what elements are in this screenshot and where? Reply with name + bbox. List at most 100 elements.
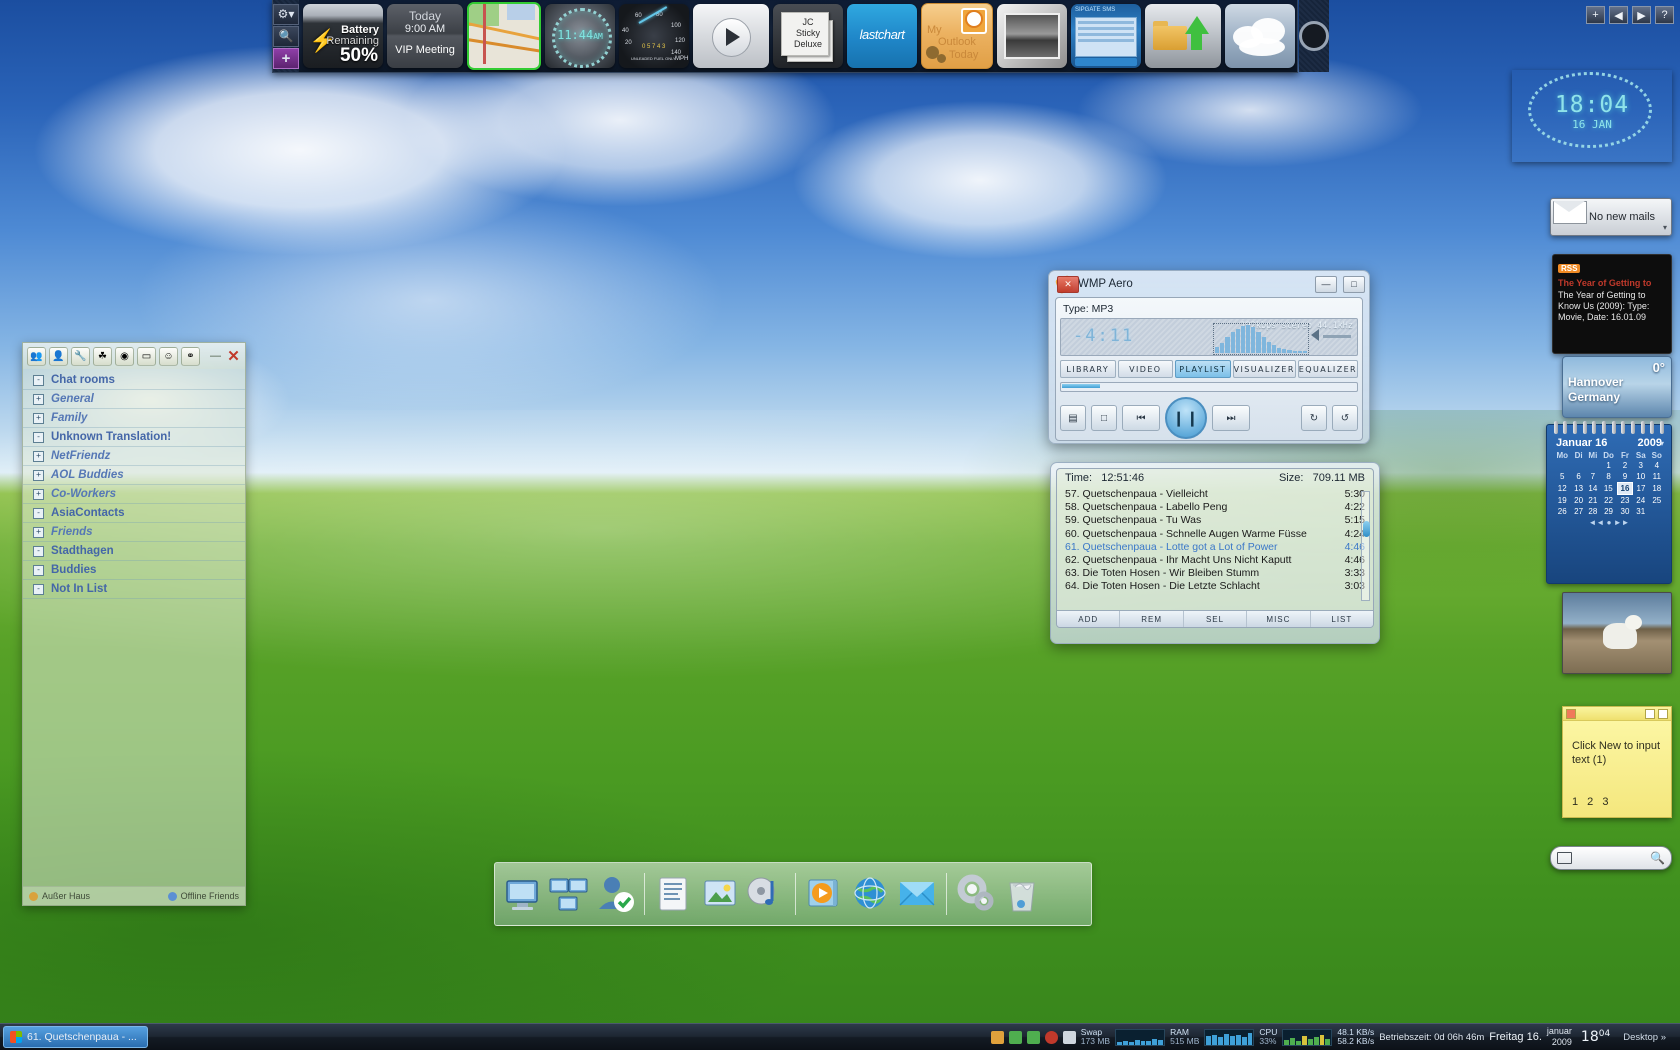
playlist-window[interactable]: Time: 12:51:46 Size: 709.11 MB 57. Quets… (1050, 462, 1380, 644)
dock-icon-user-account[interactable] (593, 871, 637, 917)
chat-toolbar[interactable]: 👥 👤 🔧 ☘ ◉ ▭ ☺ ⚭ — ✕ (23, 343, 245, 369)
dock-icon-recycle-bin[interactable] (1000, 871, 1044, 917)
plugins-icon[interactable]: ☘ (93, 346, 112, 366)
playlist-scrollbar[interactable] (1361, 491, 1370, 601)
playlist-row-current[interactable]: 61. Quetschenpaua - Lotte got a Lot of P… (1065, 541, 1365, 554)
day-cell[interactable]: 14 (1586, 483, 1600, 495)
calendar-nav[interactable]: ◄◄ ● ►► (1553, 518, 1665, 527)
help-button[interactable]: ? (1655, 6, 1674, 24)
day-cell[interactable]: 4 (1649, 460, 1665, 471)
close-button[interactable]: ✕ (1057, 275, 1079, 293)
dock-tile-lastchart[interactable]: lastchart (847, 4, 917, 68)
playlist-select-button[interactable]: SEL (1184, 611, 1248, 627)
dock-icon-my-computer[interactable] (501, 871, 545, 917)
note-page-numbers[interactable]: 1 2 3 (1572, 796, 1611, 808)
people-icon[interactable]: 👥 (27, 346, 46, 366)
expander-icon[interactable]: + (33, 450, 44, 462)
chat-group-row[interactable]: - Buddies (23, 561, 245, 580)
add-button[interactable]: + (1586, 6, 1605, 24)
playlist-tracks[interactable]: 57. Quetschenpaua - Vielleicht 5:30 58. … (1065, 488, 1365, 594)
media-player-window[interactable]: WMP Aero — □ ✕ Type: MP3 -4:11 192kbps s… (1048, 270, 1370, 444)
expander-icon[interactable]: - (33, 431, 44, 443)
day-cell[interactable]: 12 (1553, 483, 1572, 495)
transport-controls[interactable]: ▤ □ ⏮ ❙❙ ⏭ ↻ ↺ (1060, 397, 1358, 439)
previous-button[interactable]: ⏮ (1122, 405, 1160, 431)
playlist-remove-button[interactable]: REM (1120, 611, 1184, 627)
chat-group-row[interactable]: + NetFriendz (23, 447, 245, 466)
day-cell[interactable]: 18 (1649, 483, 1665, 495)
bottom-icon-dock[interactable] (494, 862, 1092, 926)
day-cell[interactable]: 8 (1600, 471, 1617, 483)
chat-group-row[interactable]: + Friends (23, 523, 245, 542)
add-contact-icon[interactable]: 👤 (49, 346, 68, 366)
day-cell[interactable]: 26 (1553, 506, 1572, 517)
note-color-icon[interactable] (1566, 708, 1576, 719)
dock-icon-documents[interactable] (652, 871, 696, 917)
gadget-picture[interactable] (1562, 592, 1672, 674)
tab-playlist[interactable]: PLAYLIST (1175, 360, 1231, 378)
prev-button[interactable]: ◀ (1609, 6, 1628, 24)
status-icon[interactable]: ☺ (159, 346, 178, 366)
dock-side-controls[interactable]: ⚙▾ 🔍 + (273, 0, 299, 72)
eraser-icon[interactable] (1062, 1030, 1076, 1044)
day-cell[interactable]: 19 (1553, 495, 1572, 507)
search-icon[interactable]: 🔍 (273, 25, 299, 47)
playlist-body[interactable]: Time: 12:51:46 Size: 709.11 MB 57. Quets… (1056, 468, 1374, 628)
day-cell[interactable]: 24 (1633, 495, 1649, 507)
expander-icon[interactable]: - (33, 564, 44, 576)
close-button[interactable]: ✕ (226, 348, 241, 365)
stop-button[interactable]: □ (1091, 405, 1117, 431)
top-object-dock[interactable]: ⚙▾ 🔍 + ⚡ Battery Remaining 50% Today 9:0… (272, 0, 1329, 73)
expander-icon[interactable]: + (33, 526, 44, 538)
dock-tile-photo-frame[interactable] (997, 4, 1067, 68)
sound-icon[interactable]: ◉ (115, 346, 134, 366)
taskbar[interactable]: 61. Quetschenpaua - ... Swap 173 MB RAM … (0, 1023, 1680, 1050)
chevron-down-icon[interactable]: ▾ (1663, 223, 1667, 232)
day-cell[interactable]: 2 (1617, 460, 1633, 471)
note-toolbar[interactable] (1563, 707, 1671, 721)
expander-icon[interactable]: - (33, 583, 44, 595)
gear-icon[interactable]: ⚙▾ (273, 3, 299, 25)
add-icon[interactable]: + (273, 47, 299, 69)
taskbar-task-title[interactable]: 61. Quetschenpaua - ... (27, 1031, 137, 1043)
chevron-down-icon[interactable]: ▾ (1660, 439, 1664, 448)
shuffle-button[interactable]: ↻ (1301, 405, 1327, 431)
search-icon[interactable]: 🔍 (1650, 851, 1665, 865)
playlist-row[interactable]: 60. Quetschenpaua - Schnelle Augen Warme… (1065, 528, 1365, 541)
repeat-button[interactable]: ↺ (1332, 405, 1358, 431)
tools-icon[interactable]: 🔧 (71, 346, 90, 366)
day-cell[interactable]: 11 (1649, 471, 1665, 483)
start-button[interactable]: 61. Quetschenpaua - ... (3, 1026, 148, 1048)
power-icon[interactable] (1044, 1030, 1058, 1044)
expander-icon[interactable]: + (33, 412, 44, 424)
dock-tile-upload-folder[interactable] (1145, 4, 1221, 68)
day-cell[interactable]: 15 (1600, 483, 1617, 495)
dock-icon-control-panel[interactable] (954, 871, 998, 917)
note-close-icon[interactable] (1658, 708, 1668, 719)
playlist-add-button[interactable]: ADD (1057, 611, 1121, 627)
calendar-grid[interactable]: Mo Di Mi Do Fr Sa So 1 2 3 4 5 6 7 8 9 1… (1553, 451, 1665, 517)
day-cell[interactable]: 13 (1572, 483, 1586, 495)
expander-icon[interactable]: + (33, 488, 44, 500)
dock-icon-internet-browser[interactable] (849, 871, 893, 917)
chat-group-row[interactable]: - Not In List (23, 580, 245, 599)
taskbar-clock[interactable]: 1804 (1581, 1029, 1618, 1045)
day-cell[interactable]: 27 (1572, 506, 1586, 517)
day-cell[interactable]: 29 (1600, 506, 1617, 517)
expander-icon[interactable]: - (33, 545, 44, 557)
chat-group-row[interactable]: + Family (23, 409, 245, 428)
playlist-misc-button[interactable]: MISC (1247, 611, 1311, 627)
chat-group-row[interactable]: - Stadthagen (23, 542, 245, 561)
note-check-icon[interactable] (1645, 708, 1655, 719)
next-button[interactable]: ▶ (1632, 6, 1651, 24)
expander-icon[interactable]: + (33, 469, 44, 481)
day-cell[interactable]: 17 (1633, 483, 1649, 495)
media-player-tabs[interactable]: LIBRARY VIDEO PLAYLIST VISUALIZER EQUALI… (1060, 360, 1358, 378)
play-pause-button[interactable]: ❙❙ (1165, 397, 1207, 439)
chat-buddy-list-window[interactable]: 👥 👤 🔧 ☘ ◉ ▭ ☺ ⚭ — ✕ - Chat rooms + General… (22, 342, 246, 906)
day-cell[interactable]: 20 (1572, 495, 1586, 507)
playlist-row[interactable]: 64. Die Toten Hosen - Die Letzte Schlach… (1065, 580, 1365, 593)
shield-icon[interactable] (1026, 1030, 1040, 1044)
day-cell[interactable]: 1 (1600, 460, 1617, 471)
chat-group-row[interactable]: + General (23, 390, 245, 409)
